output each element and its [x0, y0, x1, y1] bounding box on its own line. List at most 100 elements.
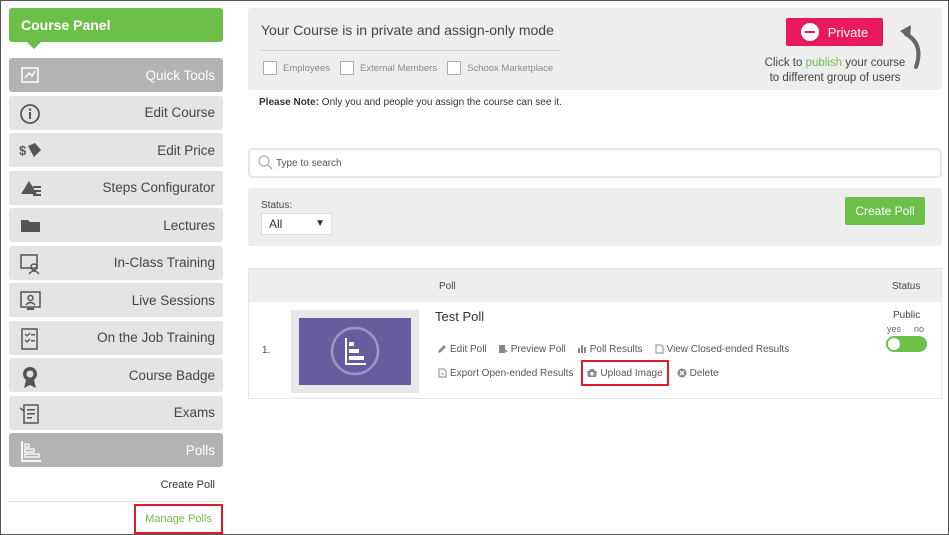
- private-button-label: Private: [827, 24, 869, 40]
- status-filter-label: Status:: [261, 200, 293, 211]
- checkbox-box[interactable]: [340, 61, 354, 75]
- export-open-ended-results-link[interactable]: Export Open-ended Results: [437, 364, 573, 382]
- steps-icon: [19, 178, 41, 198]
- price-icon: $: [19, 140, 41, 160]
- create-poll-button[interactable]: Create Poll: [845, 197, 925, 225]
- action-label: Preview Poll: [510, 343, 566, 355]
- private-button[interactable]: Private: [786, 18, 883, 46]
- toggle-labels: yes no: [887, 324, 924, 334]
- public-label: Public: [893, 310, 921, 321]
- sidebar-item-in-class-training[interactable]: In-Class Training: [9, 245, 223, 280]
- preview-icon: [498, 345, 508, 353]
- badge-icon: [19, 365, 41, 388]
- sidebar-item-on-the-job-training[interactable]: On the Job Training: [9, 320, 223, 355]
- action-label: Export Open-ended Results: [450, 367, 574, 379]
- checkbox-schoox-marketplace[interactable]: Schoox Marketplace: [447, 61, 553, 75]
- table-row: 1. Test Poll Edit Poll Preview Poll Poll…: [249, 302, 941, 400]
- sidebar-item-label: Quick Tools: [145, 67, 215, 83]
- sidebar-item-label: Live Sessions: [131, 292, 215, 308]
- polls-table: Poll Status 1. Test Poll Edit Poll Previ…: [248, 268, 942, 399]
- checkbox-label: External Members: [360, 62, 438, 74]
- please-note: Please Note: Only you and people you ass…: [259, 97, 562, 108]
- search-bar: [248, 148, 942, 178]
- search-input[interactable]: [276, 154, 876, 172]
- document-icon: [655, 344, 664, 354]
- upload-image-link[interactable]: Upload Image: [581, 360, 669, 386]
- view-closed-ended-results-link[interactable]: View Closed-ended Results: [654, 340, 790, 358]
- status-select[interactable]: All ▼: [261, 213, 332, 235]
- column-header-status: Status: [892, 281, 921, 292]
- action-label: View Closed-ended Results: [666, 343, 790, 355]
- sidebar-item-label: Course Badge: [128, 367, 215, 383]
- column-header-poll: Poll: [439, 281, 456, 292]
- status-select-value: All: [269, 217, 283, 231]
- sidebar-item-quick-tools[interactable]: Quick Tools: [9, 58, 223, 92]
- delete-link[interactable]: Delete: [677, 364, 719, 382]
- poll-results-link[interactable]: Poll Results: [577, 340, 643, 358]
- checkbox-box[interactable]: [447, 61, 462, 75]
- toggle-no-label: no: [914, 324, 925, 334]
- row-number: 1.: [262, 345, 271, 356]
- action-label: Delete: [689, 367, 719, 379]
- divider: [261, 50, 561, 51]
- in-class-icon: [19, 253, 41, 275]
- sidebar-subitem-create-poll[interactable]: Create Poll: [9, 471, 223, 499]
- svg-text:$: $: [19, 143, 27, 158]
- live-session-icon: [19, 290, 41, 310]
- search-icon: [258, 155, 273, 170]
- poll-thumbnail-image: [299, 318, 411, 385]
- sidebar-item-lectures[interactable]: Lectures: [9, 208, 223, 242]
- sidebar-item-edit-price[interactable]: $ Edit Price: [9, 133, 223, 167]
- bar-chart-icon: [577, 345, 586, 353]
- sidebar-item-live-sessions[interactable]: Live Sessions: [9, 283, 223, 317]
- publish-note: Click to publish your course to differen…: [760, 56, 910, 86]
- public-toggle[interactable]: [886, 336, 927, 352]
- poll-thumbnail[interactable]: [291, 310, 419, 393]
- checkbox-external-members[interactable]: External Members: [340, 61, 437, 75]
- toggle-knob: [888, 338, 900, 350]
- checkbox-box[interactable]: [263, 61, 277, 75]
- poll-title[interactable]: Test Poll: [435, 309, 484, 324]
- exam-icon: [19, 403, 41, 424]
- sidebar-menu: Quick Tools Edit Course $ Edit Price Ste…: [9, 58, 223, 535]
- sidebar-item-label: On the Job Training: [97, 330, 215, 345]
- sidebar-item-steps-configurator[interactable]: Steps Configurator: [9, 170, 223, 205]
- sidebar-item-label: Lectures: [163, 217, 215, 233]
- edit-poll-link[interactable]: Edit Poll: [437, 340, 487, 358]
- course-mode-panel: Your Course is in private and assign-onl…: [248, 8, 942, 90]
- sidebar-item-label: Edit Course: [144, 105, 215, 120]
- preview-poll-link[interactable]: Preview Poll: [498, 340, 566, 358]
- pencil-icon: [438, 345, 446, 353]
- poll-actions: Edit Poll Preview Poll Poll Results View…: [437, 340, 789, 358]
- export-icon: [438, 368, 447, 378]
- sidebar-item-exams[interactable]: Exams: [9, 395, 223, 430]
- no-entry-icon: [800, 23, 819, 41]
- sidebar-subitem-manage-polls[interactable]: Manage Polls: [134, 503, 223, 534]
- checklist-icon: [19, 327, 41, 350]
- main-content: Your Course is in private and assign-onl…: [248, 8, 942, 399]
- audience-checkboxes: Employees External Members Schoox Market…: [263, 61, 553, 75]
- checkbox-label: Employees: [283, 62, 330, 74]
- publish-link[interactable]: publish: [806, 57, 842, 69]
- polls-icon: [19, 440, 41, 462]
- sidebar-item-course-badge[interactable]: Course Badge: [9, 358, 223, 392]
- table-header: Poll Status: [249, 269, 941, 302]
- sidebar-item-label: Polls: [185, 442, 215, 458]
- sidebar-item-edit-course[interactable]: Edit Course: [9, 95, 223, 130]
- filter-panel: Status: All ▼ Create Poll: [248, 188, 942, 246]
- please-note-bold: Please Note:: [259, 97, 320, 108]
- quick-tools-icon: [19, 65, 41, 85]
- sidebar-item-polls[interactable]: Polls: [9, 433, 223, 467]
- poll-chart-icon: [330, 326, 380, 376]
- checkbox-employees[interactable]: Employees: [263, 61, 330, 75]
- course-panel-header: Course Panel: [9, 8, 223, 49]
- publish-note-text: Click to: [764, 57, 806, 69]
- delete-icon: [677, 368, 687, 378]
- caret-down-icon: ▼: [315, 218, 325, 229]
- camera-icon: [587, 369, 597, 377]
- sidebar-item-label: Steps Configurator: [102, 180, 215, 195]
- folder-icon: [19, 215, 41, 235]
- please-note-text: Only you and people you assign the cours…: [319, 97, 562, 108]
- sidebar-item-label: In-Class Training: [113, 255, 215, 270]
- sidebar-item-label: Edit Price: [157, 142, 215, 158]
